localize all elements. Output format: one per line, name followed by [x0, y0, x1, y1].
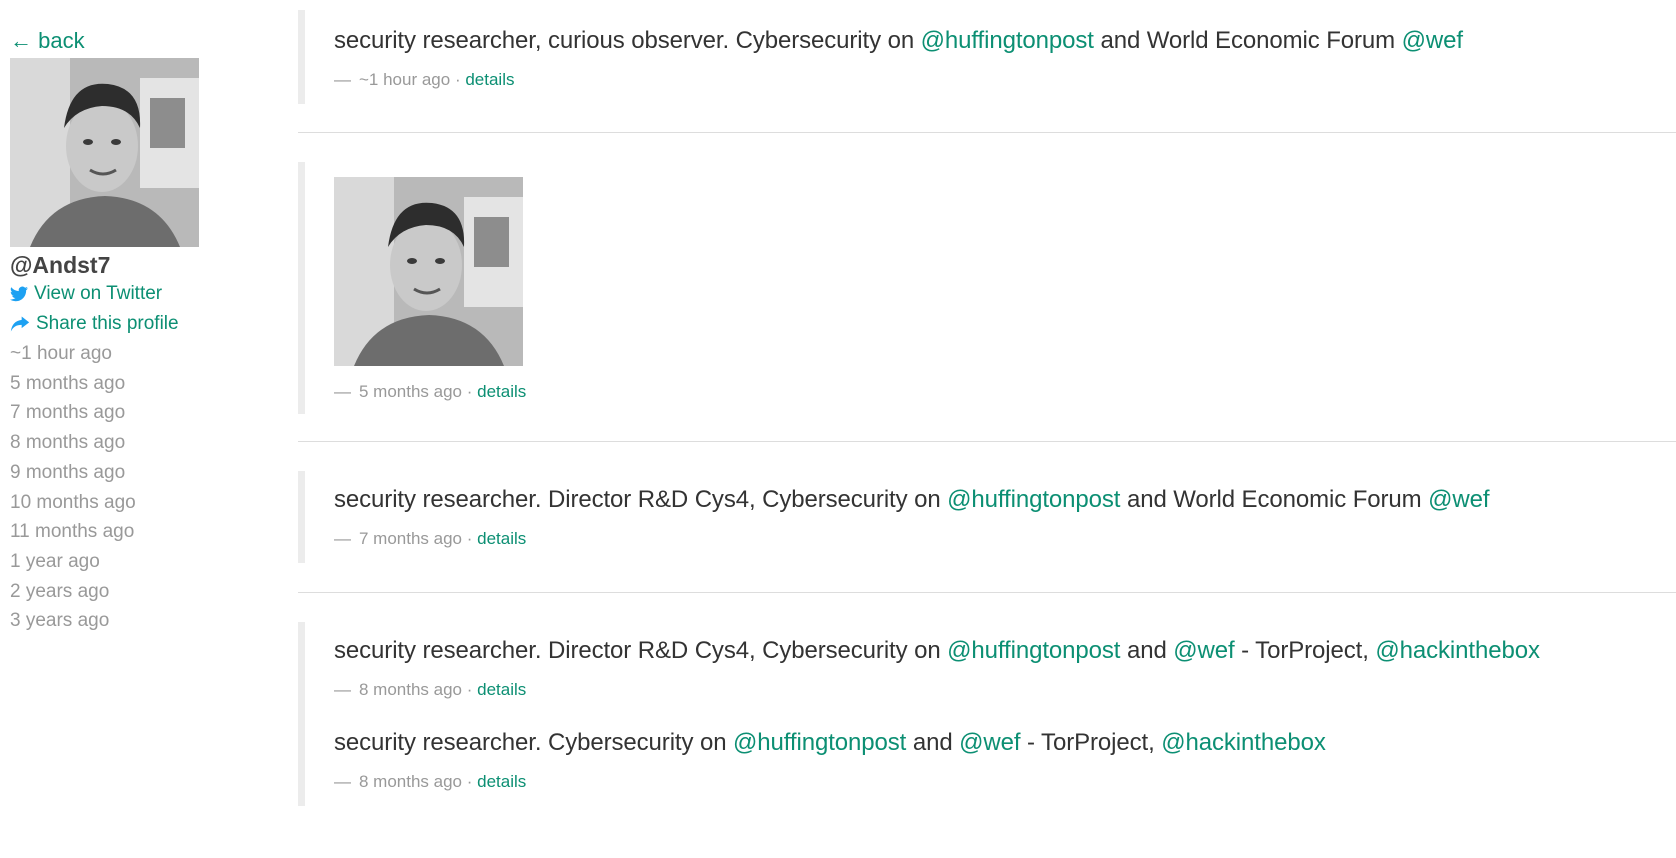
- timeline-item[interactable]: ~1 hour ago: [10, 339, 250, 369]
- profile-handle: @Andst7: [10, 252, 111, 278]
- details-link[interactable]: details: [477, 529, 526, 548]
- timeline-item[interactable]: 7 months ago: [10, 398, 250, 428]
- share-icon: [10, 316, 30, 332]
- mention-link[interactable]: @huffingtonpost: [921, 27, 1094, 54]
- back-link[interactable]: ← back: [10, 26, 250, 56]
- entry-meta: —7 months ago · details: [334, 529, 527, 548]
- entry-meta: —5 months ago · details: [334, 382, 527, 401]
- mention-link[interactable]: @wef: [1173, 637, 1234, 664]
- timeline-item[interactable]: 5 months ago: [10, 369, 250, 399]
- mention-link[interactable]: @huffingtonpost: [733, 729, 906, 756]
- history-entry: security researcher, curious observer. C…: [298, 10, 1676, 104]
- timeline-item[interactable]: 2 years ago: [10, 577, 250, 607]
- view-on-twitter-link[interactable]: View on Twitter: [10, 279, 250, 309]
- entry-meta: —8 months ago · details: [334, 772, 527, 791]
- timeline-item[interactable]: 8 months ago: [10, 428, 250, 458]
- details-link[interactable]: details: [477, 680, 526, 699]
- entry-time: 5 months ago: [359, 382, 463, 401]
- profile-avatar: [10, 58, 199, 247]
- bio-text: security researcher. Director R&D Cys4, …: [334, 637, 1540, 664]
- timeline-list: ~1 hour ago 5 months ago 7 months ago 8 …: [10, 339, 250, 636]
- photo-image: [334, 177, 523, 366]
- details-link[interactable]: details: [465, 70, 514, 89]
- history-entry-group: security researcher. Director R&D Cys4, …: [298, 622, 1676, 806]
- share-profile-label: Share this profile: [36, 313, 179, 334]
- details-link[interactable]: details: [477, 772, 526, 791]
- mention-link[interactable]: @huffingtonpost: [947, 637, 1120, 664]
- timeline-item[interactable]: 10 months ago: [10, 488, 250, 518]
- bio-text: security researcher. Cybersecurity on @h…: [334, 729, 1326, 756]
- entry-time: 7 months ago: [359, 529, 463, 548]
- timeline-item[interactable]: 11 months ago: [10, 517, 250, 547]
- mention-link[interactable]: @hackinthebox: [1375, 637, 1540, 664]
- timeline-item[interactable]: 3 years ago: [10, 606, 250, 636]
- bio-text: security researcher, curious observer. C…: [334, 27, 1463, 54]
- entry-time: 8 months ago: [359, 772, 463, 791]
- mention-link[interactable]: @hackinthebox: [1161, 729, 1326, 756]
- bio-text: security researcher. Director R&D Cys4, …: [334, 486, 1490, 513]
- history-entry: security researcher. Director R&D Cys4, …: [298, 471, 1676, 563]
- avatar-photo: [10, 58, 199, 247]
- history-feed: security researcher, curious observer. C…: [298, 0, 1676, 806]
- entry-time: ~1 hour ago: [359, 70, 451, 89]
- mention-link[interactable]: @huffingtonpost: [947, 486, 1120, 513]
- entry-meta: —8 months ago · details: [334, 680, 527, 699]
- timeline-item[interactable]: 1 year ago: [10, 547, 250, 577]
- twitter-icon: [10, 286, 28, 302]
- entry-meta: — ~1 hour ago · details: [334, 70, 515, 89]
- profile-photo: [334, 177, 523, 366]
- view-on-twitter-label: View on Twitter: [34, 283, 163, 304]
- details-link[interactable]: details: [477, 382, 526, 401]
- mention-link[interactable]: @wef: [1428, 486, 1489, 513]
- share-profile-link[interactable]: Share this profile: [10, 309, 250, 339]
- sidebar: ← back @Andst7 View on Twitter Share thi…: [10, 26, 250, 636]
- mention-link[interactable]: @wef: [959, 729, 1020, 756]
- timeline-item[interactable]: 9 months ago: [10, 458, 250, 488]
- entry-time: 8 months ago: [359, 680, 463, 699]
- mention-link[interactable]: @wef: [1402, 27, 1463, 54]
- history-entry: —5 months ago · details: [298, 162, 1676, 414]
